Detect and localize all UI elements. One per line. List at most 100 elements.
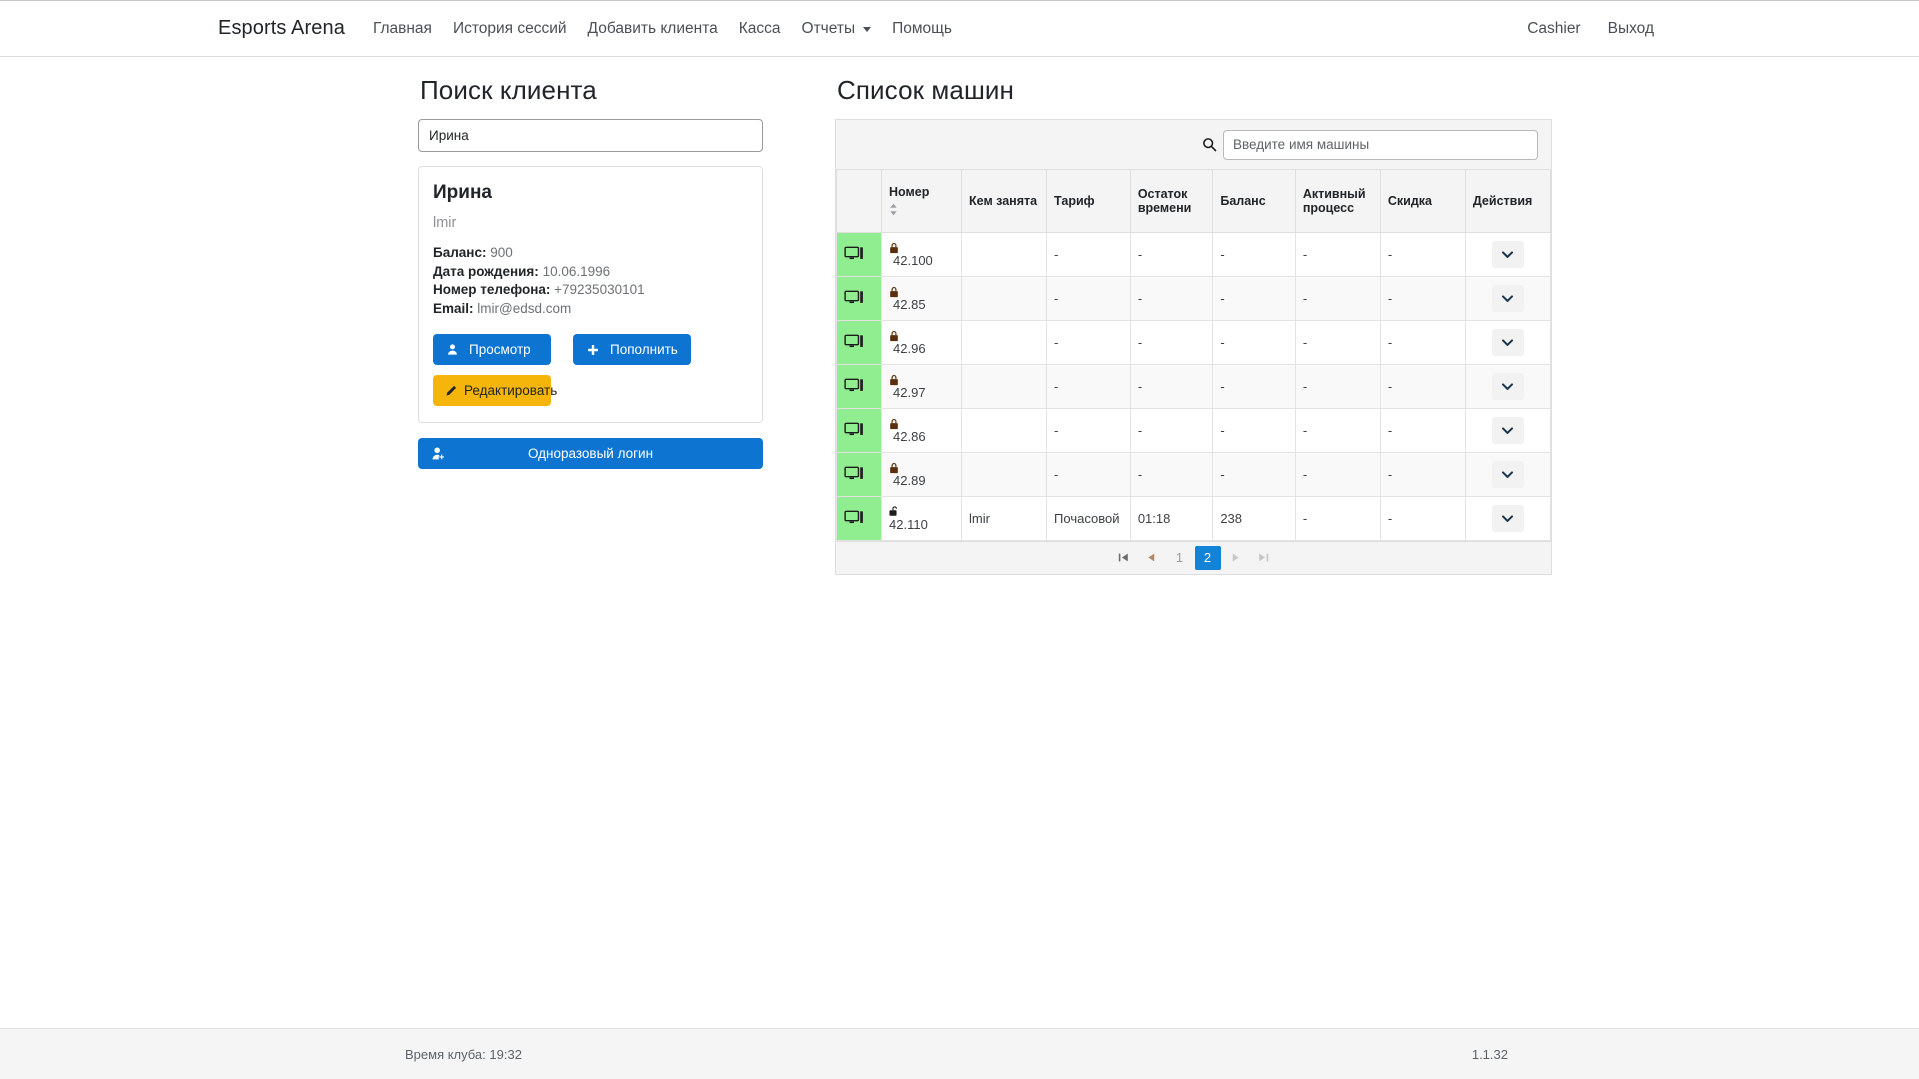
row-actions-dropdown-button[interactable] (1491, 328, 1524, 356)
pagination-first[interactable] (1111, 546, 1137, 570)
machine-discount-cell: - (1379, 231, 1466, 277)
table-row[interactable]: 42.96- - - - - (835, 319, 1552, 365)
lock-closed-icon (889, 286, 954, 298)
client-field-email-value: lmir@edsd.com (477, 300, 572, 316)
client-search-input[interactable] (418, 119, 763, 152)
machine-number: 42.97 (893, 384, 926, 400)
machines-table: Номер Кем занята Тариф Остаток времени Б… (835, 170, 1552, 541)
machine-search-input[interactable] (1223, 129, 1538, 160)
sort-icon (889, 203, 954, 216)
machine-balance-cell: - (1212, 319, 1296, 365)
machine-number: 42.89 (893, 472, 926, 488)
pagination-page-2[interactable]: 2 (1194, 545, 1221, 570)
machine-discount-cell: - (1379, 275, 1466, 321)
machine-actions-cell (1464, 451, 1552, 497)
machine-time-left-cell: - (1129, 319, 1214, 365)
nav-link-home[interactable]: Главная (373, 20, 432, 38)
brand-title[interactable]: Esports Arena (218, 17, 345, 40)
machine-number: 42.110 (889, 516, 928, 532)
machine-active-process-cell: - (1294, 319, 1381, 365)
row-actions-dropdown-button[interactable] (1491, 416, 1524, 444)
client-field-birthdate: Дата рождения: 10.06.1996 (433, 263, 748, 281)
th-number[interactable]: Номер (881, 170, 963, 233)
table-row[interactable]: 42.89- - - - - (835, 451, 1552, 497)
machine-status-cell (835, 275, 883, 321)
machine-number-cell: 42.86 (881, 407, 963, 453)
monitor-icon (844, 290, 874, 306)
machine-balance-cell: - (1212, 231, 1296, 277)
machine-number: 42.86 (893, 428, 926, 444)
lock-open-icon (889, 505, 954, 517)
machine-actions-cell (1464, 231, 1552, 277)
nav-links: Главная История сессий Добавить клиента … (373, 20, 952, 38)
machine-active-process-cell: - (1294, 231, 1381, 277)
chevron-down-icon (1500, 511, 1515, 526)
table-row[interactable]: 42.85- - - - - (835, 275, 1552, 321)
row-actions-dropdown-button[interactable] (1491, 504, 1524, 532)
pagination-prev[interactable] (1139, 546, 1165, 570)
machines-table-head: Номер Кем занята Тариф Остаток времени Б… (835, 170, 1552, 233)
machine-balance-cell: - (1212, 451, 1296, 497)
nav-link-session-history[interactable]: История сессий (453, 20, 567, 38)
machine-number-cell: 42.96 (881, 319, 963, 365)
machine-occupied-by-cell: lmir (961, 495, 1048, 541)
monitor-icon (844, 422, 874, 438)
th-tariff: Тариф (1046, 170, 1131, 233)
machine-occupied-by-cell (961, 231, 1048, 277)
machine-status-cell (835, 407, 883, 453)
user-icon (447, 343, 458, 356)
table-row[interactable]: 42.110 lmir Почасовой 01:18 238- - (835, 495, 1552, 541)
main-navbar: Esports Arena Главная История сессий Доб… (0, 1, 1919, 57)
view-client-button[interactable]: Просмотр (433, 334, 551, 365)
row-actions-dropdown-button[interactable] (1491, 460, 1524, 488)
table-row[interactable]: 42.97- - - - - (835, 363, 1552, 409)
pagination-page-1[interactable]: 1 (1167, 546, 1193, 570)
table-row[interactable]: 42.100- - - - - (835, 231, 1552, 277)
pagination-last[interactable] (1251, 546, 1277, 570)
th-occupied-by: Кем занята (961, 170, 1048, 233)
machine-balance-cell: - (1212, 363, 1296, 409)
client-field-balance: Баланс: 900 (433, 244, 748, 262)
client-field-phone: Номер телефона: +79235030101 (433, 281, 748, 299)
row-actions-dropdown-button[interactable] (1491, 372, 1524, 400)
machine-tariff-cell: - (1046, 363, 1131, 409)
pagination-next[interactable] (1223, 546, 1249, 570)
nav-link-cashbox[interactable]: Касса (739, 20, 781, 38)
client-search-panel: Поиск клиента Ирина lmir Баланс: 900 Дат… (418, 75, 763, 575)
client-field-birthdate-label: Дата рождения: (433, 263, 539, 279)
client-name: Ирина (433, 182, 492, 203)
machine-actions-cell (1464, 319, 1552, 365)
machine-number-cell: 42.89 (881, 451, 963, 497)
client-search-title: Поиск клиента (420, 75, 597, 105)
nav-current-user[interactable]: Cashier (1527, 20, 1580, 38)
lock-closed-icon (889, 242, 954, 254)
topup-balance-button[interactable]: Пополнить (573, 334, 691, 365)
th-number-label: Номер (889, 185, 930, 200)
machine-actions-cell (1464, 495, 1552, 541)
club-time: Время клуба: 19:32 (405, 1046, 522, 1062)
machine-time-left-cell: - (1129, 363, 1214, 409)
monitor-icon (844, 246, 874, 262)
nav-link-add-client[interactable]: Добавить клиента (588, 20, 718, 38)
machine-active-process-cell: - (1294, 407, 1381, 453)
table-row[interactable]: 42.86- - - - - (835, 407, 1552, 453)
nav-link-reports[interactable]: Отчеты (802, 20, 872, 38)
machine-occupied-by-cell (961, 275, 1048, 321)
row-actions-dropdown-button[interactable] (1491, 284, 1524, 312)
machine-number-cell: 42.85 (881, 275, 963, 321)
nav-logout-link[interactable]: Выход (1608, 20, 1654, 38)
onetime-login-button[interactable]: Одноразовый логин (418, 438, 763, 469)
machine-discount-cell: - (1379, 407, 1466, 453)
user-add-icon (432, 447, 445, 460)
machine-time-left-cell: - (1129, 231, 1214, 277)
row-actions-dropdown-button[interactable] (1491, 240, 1524, 268)
chevron-down-icon (863, 27, 872, 32)
search-icon (1202, 137, 1217, 152)
machine-discount-cell: - (1379, 363, 1466, 409)
chevron-down-icon (1500, 335, 1515, 350)
machine-status-cell (835, 319, 883, 365)
edit-client-button[interactable]: Редактировать (433, 375, 557, 406)
client-field-balance-label: Баланс: (433, 245, 487, 260)
machine-tariff-cell: - (1046, 319, 1131, 365)
nav-link-help[interactable]: Помощь (892, 20, 952, 38)
